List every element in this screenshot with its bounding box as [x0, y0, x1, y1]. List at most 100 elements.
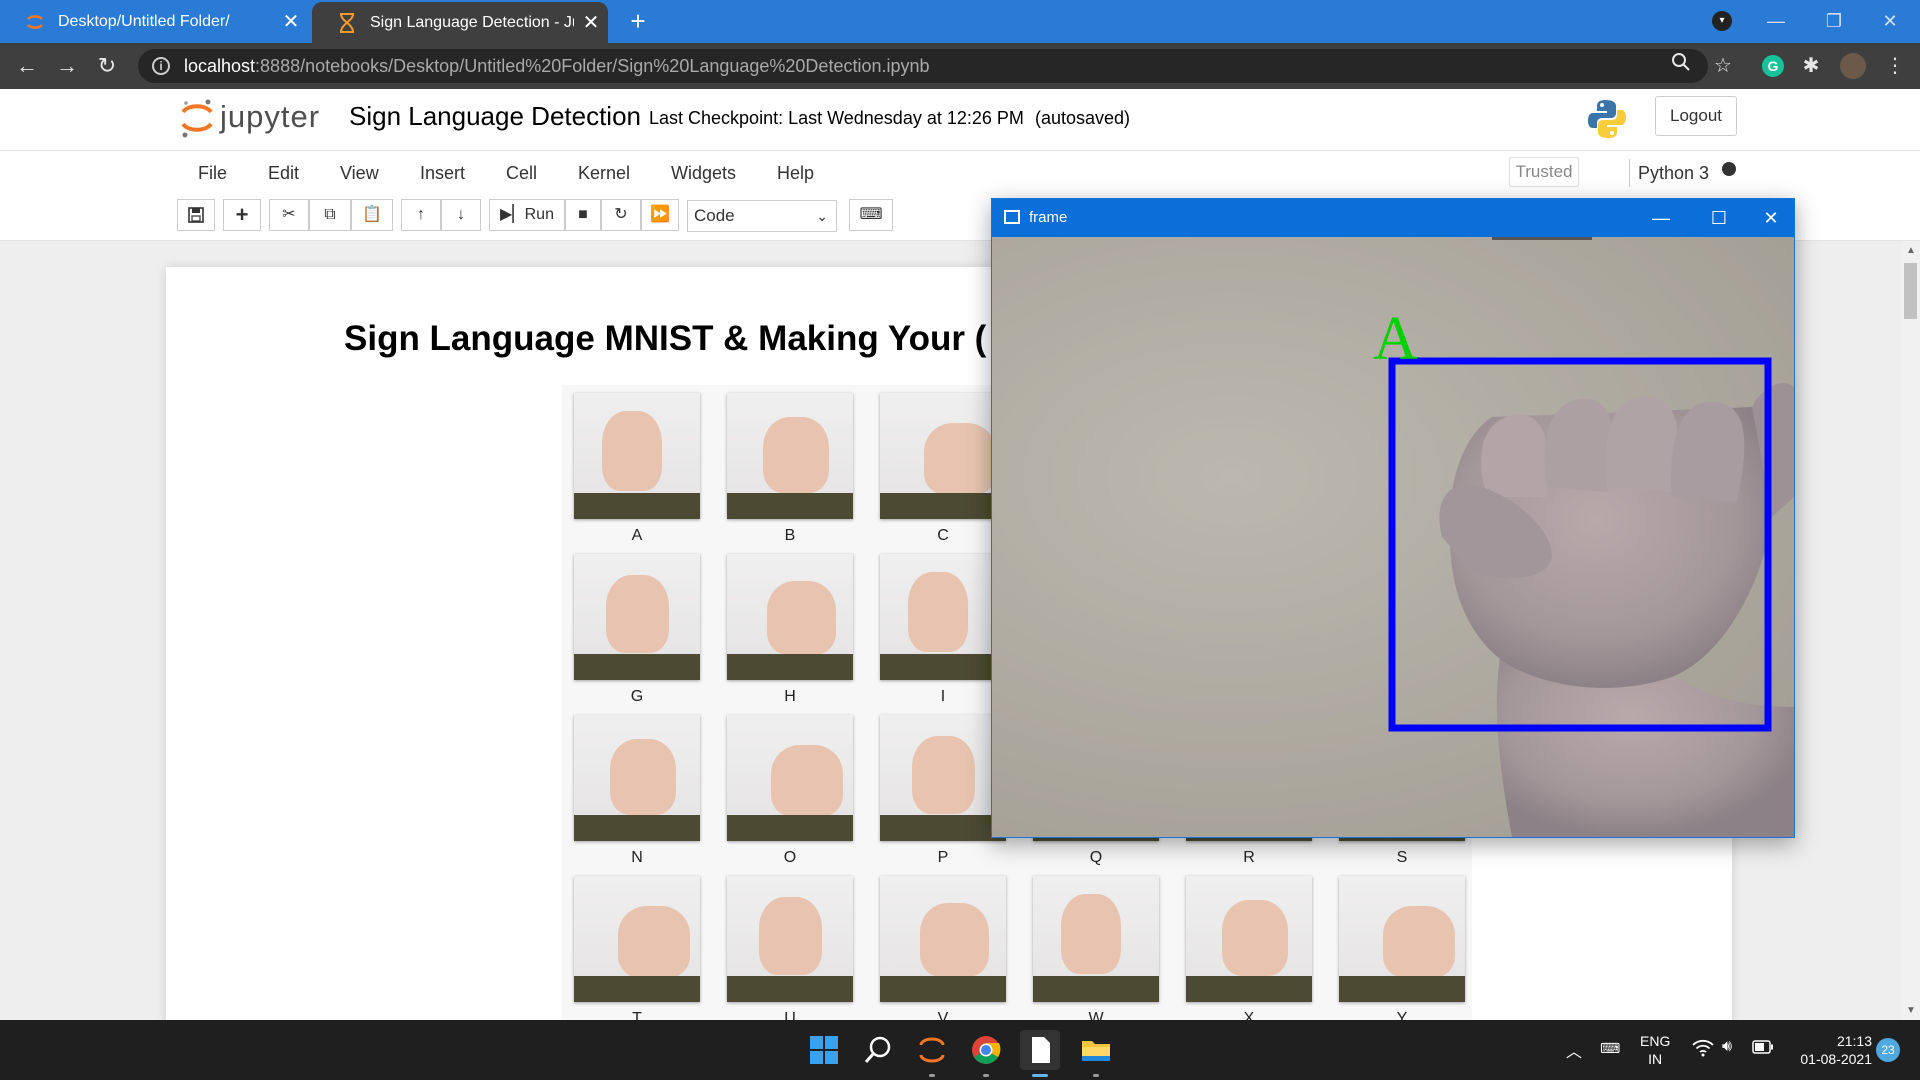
tab-search-icon[interactable]: ▾ — [1712, 11, 1732, 31]
sign-label: I — [940, 688, 946, 705]
menu-insert[interactable]: Insert — [420, 159, 465, 187]
chevron-down-icon: ⌄ — [816, 208, 828, 224]
sign-image-cell: A — [574, 393, 700, 547]
sleeve-shape — [727, 654, 853, 680]
frame-titlebar[interactable]: frame — ☐ ✕ — [992, 199, 1794, 237]
menu-widgets[interactable]: Widgets — [671, 159, 736, 187]
grammarly-extension-icon[interactable]: G — [1762, 55, 1784, 77]
tab-sign-language-detection[interactable]: Sign Language Detection - Jupyt ✕ — [312, 2, 608, 43]
trusted-indicator[interactable]: Trusted — [1509, 157, 1579, 187]
sleeve-shape — [880, 976, 1006, 1002]
browser-menu-icon[interactable]: ⋮ — [1880, 51, 1910, 81]
url-bar[interactable]: i localhost:8888/notebooks/Desktop/Untit… — [138, 49, 1708, 83]
keyboard-icon[interactable]: ⌨ — [1600, 1040, 1620, 1057]
scrollbar-thumb[interactable] — [1904, 263, 1917, 319]
menu-view[interactable]: View — [340, 159, 379, 187]
insert-cell-plus-icon[interactable]: + — [223, 199, 261, 231]
sign-image-cell: V — [880, 876, 1006, 1027]
logout-button[interactable]: Logout — [1655, 96, 1737, 136]
notification-badge[interactable]: 23 — [1876, 1038, 1900, 1062]
url-host: localhost — [184, 55, 256, 76]
battery-icon[interactable] — [1752, 1040, 1774, 1057]
page-scrollbar[interactable]: ▲ ▼ — [1901, 241, 1920, 1020]
cell-type-select[interactable]: Code ⌄ — [687, 200, 837, 232]
sign-image-cell: X — [1186, 876, 1312, 1027]
close-icon[interactable]: ✕ — [574, 10, 608, 35]
tab-desktop-folder[interactable]: Desktop/Untitled Folder/ ✕ — [0, 0, 308, 43]
sign-image-cell: U — [727, 876, 853, 1027]
extensions-puzzle-icon[interactable]: ✱ — [1796, 51, 1826, 81]
minimize-icon[interactable]: — — [1638, 203, 1684, 233]
windows-taskbar: ︿ ⌨ ENG IN 🔊︎ 21:13 01-08-2021 23 — [0, 1020, 1920, 1080]
file-explorer-icon[interactable] — [1076, 1030, 1116, 1070]
wifi-icon[interactable] — [1692, 1039, 1714, 1062]
hand-sign-image — [574, 876, 700, 1002]
hand-shape — [767, 581, 836, 655]
kernel-name[interactable]: Python 3 — [1629, 159, 1709, 187]
fast-forward-icon[interactable]: ⏩ — [641, 199, 679, 231]
profile-avatar[interactable] — [1840, 53, 1866, 79]
tab-title: Desktop/Untitled Folder/ — [58, 12, 230, 30]
notebook-name[interactable]: Sign Language Detection — [349, 101, 641, 132]
menu-edit[interactable]: Edit — [268, 159, 299, 187]
step-forward-icon: ▶▏ — [500, 206, 525, 223]
menu-cell[interactable]: Cell — [506, 159, 537, 187]
hand-sign-image — [1033, 876, 1159, 1002]
save-icon[interactable] — [177, 199, 215, 231]
input-language[interactable]: ENG IN — [1640, 1032, 1670, 1068]
menu-file[interactable]: File — [198, 159, 227, 187]
frame-window-title: frame — [1029, 209, 1068, 226]
restart-icon[interactable]: ↻ — [601, 199, 641, 231]
search-icon[interactable] — [858, 1030, 898, 1070]
cut-scissors-icon[interactable]: ✂ — [269, 199, 309, 231]
jupyter-logo[interactable]: jupyter — [180, 97, 320, 138]
hand-shape — [1222, 900, 1288, 976]
paste-icon[interactable]: 📋 — [351, 199, 393, 231]
close-icon[interactable]: ✕ — [274, 9, 308, 34]
hourglass-icon — [336, 12, 358, 34]
chrome-icon[interactable] — [966, 1030, 1006, 1070]
hand-sign-image — [880, 715, 1006, 841]
sleeve-shape — [1339, 976, 1465, 1002]
zoom-icon[interactable] — [1666, 51, 1696, 81]
move-down-arrow-icon[interactable]: ↓ — [441, 199, 481, 231]
maximize-icon[interactable]: ☐ — [1696, 203, 1742, 233]
site-info-icon[interactable]: i — [152, 57, 170, 75]
back-arrow-icon[interactable]: ← — [12, 51, 42, 81]
windows-start-icon[interactable] — [804, 1030, 844, 1070]
copy-icon[interactable]: ⧉ — [309, 199, 351, 231]
reload-icon[interactable]: ↻ — [92, 51, 122, 81]
jupyter-app-icon[interactable] — [912, 1030, 952, 1070]
system-clock[interactable]: 21:13 01-08-2021 — [1792, 1032, 1872, 1068]
scroll-down-icon[interactable]: ▼ — [1906, 1005, 1916, 1016]
sleeve-shape — [574, 493, 700, 519]
notepad-icon[interactable] — [1020, 1030, 1060, 1070]
notebook-menubar: File Edit View Insert Cell Kernel Widget… — [0, 151, 1920, 197]
chevron-up-icon[interactable]: ︿ — [1566, 1038, 1582, 1062]
sign-image-cell: N — [574, 715, 700, 869]
volume-icon[interactable]: 🔊︎ — [1722, 1038, 1732, 1056]
interrupt-stop-icon[interactable]: ■ — [565, 199, 601, 231]
sleeve-shape — [727, 815, 853, 841]
sign-image-cell: G — [574, 554, 700, 708]
restore-icon[interactable]: ❐ — [1814, 6, 1854, 36]
webcam-frame: A — [992, 237, 1794, 837]
opencv-frame-window[interactable]: frame — ☐ ✕ A — [991, 198, 1795, 838]
forward-arrow-icon[interactable]: → — [52, 51, 82, 81]
move-up-arrow-icon[interactable]: ↑ — [401, 199, 441, 231]
sign-label: A — [631, 527, 643, 544]
hand-sign-image — [880, 876, 1006, 1002]
keyboard-icon[interactable]: ⌨ — [849, 199, 893, 231]
app-running-indicator — [929, 1074, 935, 1077]
new-tab-button[interactable]: + — [622, 6, 654, 38]
menu-help[interactable]: Help — [777, 159, 814, 187]
scroll-up-icon[interactable]: ▲ — [1906, 245, 1916, 256]
menu-kernel[interactable]: Kernel — [578, 159, 630, 187]
sleeve-shape — [880, 493, 1006, 519]
close-window-icon[interactable]: ✕ — [1870, 6, 1910, 36]
close-icon[interactable]: ✕ — [1748, 203, 1794, 233]
sleeve-shape — [880, 654, 1006, 680]
bookmark-star-icon[interactable]: ☆ — [1708, 51, 1738, 81]
minimize-icon[interactable]: — — [1756, 6, 1796, 36]
run-button[interactable]: ▶▏Run — [489, 199, 565, 231]
